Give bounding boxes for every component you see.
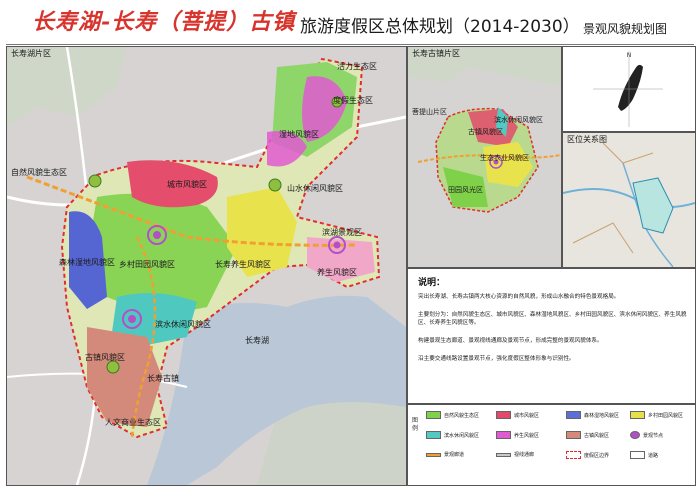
legend-label: 度假区边界 (584, 452, 610, 459)
legend-label: 道路 (648, 452, 659, 459)
zone-label-vitality: 活力生态区 (337, 62, 377, 71)
legend-label: 城市风貌区 (514, 412, 540, 419)
legend-item: 养生风貌区 (496, 431, 539, 439)
inset-map-panel: 长寿古镇片区 菩提山片区 古镇风貌区 生态农业风貌区 滨水休闲风貌区 田园风光区 (407, 46, 562, 268)
legend-item: 城市风貌区 (496, 411, 539, 419)
legend-heading: 图例 (412, 417, 419, 432)
legend-item: 景观廊道 (426, 451, 464, 458)
inset-zone-waterfront: 滨水休闲风貌区 (494, 116, 543, 124)
legend-label: 乡村田园风貌区 (648, 412, 684, 419)
legend-item: 道路 (630, 451, 658, 459)
legend-swatch (426, 431, 441, 439)
header: 长寿湖-长寿（菩提）古镇 旅游度假区总体规划（2014-2030） 景观风貌规划… (0, 0, 700, 44)
main-map-area-label: 长寿湖片区 (11, 49, 51, 58)
notes-panel: 说明： 突出长寿湖、长寿古镇两大核心资源的自然风貌，形成山水融合的特色景观格局。… (407, 268, 696, 404)
zone-label-urban: 城市风貌区 (167, 180, 207, 189)
zone-label-wetland: 湿地风貌区 (279, 130, 319, 139)
notes-line: 突出长寿湖、长寿古镇两大核心资源的自然风貌，形成山水融合的特色景观格局。 (418, 294, 620, 300)
place-label-lake: 长寿湖 (245, 336, 269, 345)
place-label-town: 长寿古镇 (147, 374, 179, 383)
header-divider (6, 44, 694, 45)
legend-item: 度假区边界 (566, 451, 609, 459)
legend-swatch (426, 411, 441, 419)
inset-zone-pastoral: 田园风光区 (448, 186, 483, 194)
region-map-title: 区位关系图 (567, 135, 607, 144)
zone-label-lakeside: 滨湖景观区 (322, 228, 362, 237)
legend-swatch (630, 411, 645, 419)
calligraphy-title: 长寿湖-长寿（菩提）古镇 (32, 9, 296, 35)
legend-swatch (630, 451, 645, 459)
legend-item: 视线通廊 (496, 451, 534, 458)
legend-swatch (566, 451, 581, 459)
legend-label: 古镇风貌区 (584, 432, 610, 439)
svg-text:N: N (627, 52, 632, 59)
legend-label: 自然风貌生态区 (444, 412, 480, 419)
zone-label-old-town: 古镇风貌区 (85, 353, 125, 362)
region-map-canvas (563, 133, 695, 267)
page: 长寿湖-长寿（菩提）古镇 旅游度假区总体规划（2014-2030） 景观风貌规划… (0, 0, 700, 492)
zone-label-forest-wetland: 森林湿地风貌区 (59, 258, 115, 267)
legend-label: 景观廊道 (444, 452, 465, 458)
zone-label-natural: 自然风貌生态区 (11, 168, 67, 177)
legend-label: 森林湿地风貌区 (584, 412, 620, 419)
sheet-title: 景观风貌规划图 (583, 22, 668, 36)
inset-zone-eco-agri: 生态农业风貌区 (480, 154, 529, 162)
legend-label: 景观节点 (643, 432, 664, 439)
legend-label: 滨水休闲风貌区 (444, 432, 480, 439)
legend-swatch (496, 452, 511, 457)
location-map-panel: N (562, 46, 696, 132)
legend-swatch (496, 411, 511, 419)
legend-item: 自然风貌生态区 (426, 411, 479, 419)
legend-item: 古镇风貌区 (566, 431, 609, 439)
main-map-panel: 长寿湖片区 自然风貌生态区 城市风貌区 森林湿地风貌区 乡村田园风貌区 滨水休闲… (6, 46, 407, 486)
legend-swatch (630, 431, 640, 439)
legend-swatch (426, 452, 441, 457)
notes-line: 构建景观生态廊道、景观视线通廊及景观节点，形成完整的景观风貌体系。 (418, 338, 603, 344)
notes-line: 主要划分为：自然风貌生态区、城市风貌区、森林湿地风貌区、乡村田园风貌区、滨水休闲… (418, 312, 687, 326)
zone-label-waterfront: 滨水休闲风貌区 (155, 320, 211, 329)
notes-line: 沿主要交通线路设置景观节点，强化度假区整体形象与识别性。 (418, 356, 575, 362)
region-map-panel: 区位关系图 (562, 132, 696, 268)
legend-swatch (496, 431, 511, 439)
legend-item: 滨水休闲风貌区 (426, 431, 479, 439)
legend-panel: 图例 自然风貌生态区 城市风貌区 森林湿地风貌区 乡村田园风貌区 滨水休闲风貌区… (407, 404, 696, 486)
inset-zone-old-town: 古镇风貌区 (468, 128, 503, 136)
legend-label: 养生风貌区 (514, 432, 540, 439)
location-map-canvas: N (563, 47, 695, 131)
legend-label: 视线通廊 (514, 452, 535, 458)
zone-label-rural: 乡村田园风貌区 (119, 260, 175, 269)
zone-label-wellness: 养生风貌区 (317, 268, 357, 277)
inset-side-label: 菩提山片区 (412, 108, 447, 116)
main-title: 旅游度假区总体规划（2014-2030） (300, 17, 580, 37)
notes-title: 说明： (418, 278, 446, 288)
legend-swatch (566, 411, 581, 419)
zone-label-resort: 度假生态区 (333, 96, 373, 105)
legend-swatch (566, 431, 581, 439)
zone-label-culture: 人文商业生态区 (105, 418, 161, 427)
zone-label-landscape: 山水休闲风貌区 (287, 184, 343, 193)
legend-item: 景观节点 (630, 431, 663, 439)
legend-item: 乡村田园风貌区 (630, 411, 683, 419)
legend-item: 森林湿地风貌区 (566, 411, 619, 419)
zone-label-longevity: 长寿养生风貌区 (215, 260, 271, 269)
inset-map-area-label: 长寿古镇片区 (412, 49, 460, 58)
